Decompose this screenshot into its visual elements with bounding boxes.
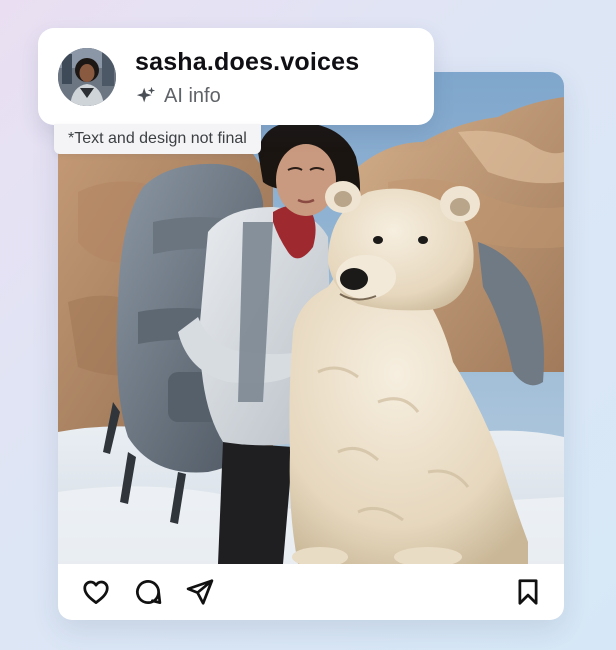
- disclaimer-note: *Text and design not final: [54, 124, 261, 154]
- avatar[interactable]: [58, 48, 116, 106]
- like-button[interactable]: [80, 576, 112, 608]
- save-button[interactable]: [512, 576, 544, 608]
- ai-info-label: AI info: [164, 84, 221, 107]
- share-button[interactable]: [184, 576, 216, 608]
- comment-button[interactable]: [132, 576, 164, 608]
- bookmark-icon: [518, 579, 538, 605]
- heart-icon: [83, 580, 109, 604]
- ai-info-link[interactable]: AI info: [135, 83, 221, 109]
- username[interactable]: sasha.does.voices: [135, 48, 359, 77]
- send-icon: [186, 579, 214, 605]
- avatar-image: [58, 48, 116, 106]
- sparkle-icon: [135, 85, 157, 107]
- action-bar: [66, 564, 556, 620]
- comment-icon: [136, 580, 162, 604]
- profile-header[interactable]: sasha.does.voices AI info: [38, 28, 434, 125]
- post-card: [58, 72, 564, 620]
